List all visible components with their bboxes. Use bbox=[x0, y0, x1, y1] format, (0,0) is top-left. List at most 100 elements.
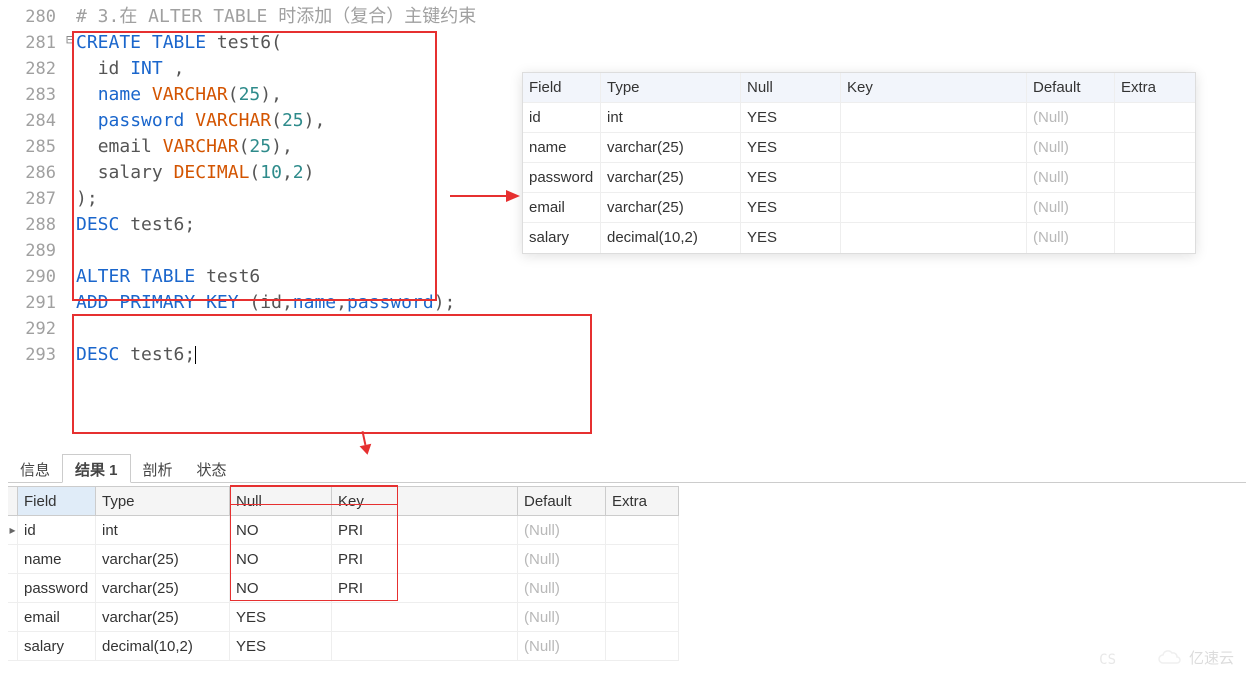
cell-extra[interactable] bbox=[1115, 223, 1195, 253]
column-header-key[interactable]: Key bbox=[332, 487, 518, 516]
table-row[interactable]: namevarchar(25)NOPRI(Null) bbox=[8, 545, 679, 574]
cell-type[interactable]: varchar(25) bbox=[601, 133, 741, 162]
line-number: 288 bbox=[0, 212, 66, 238]
cell-field[interactable]: id bbox=[18, 516, 96, 544]
cell-null[interactable]: YES bbox=[741, 103, 841, 132]
cell-key[interactable] bbox=[841, 133, 1027, 162]
column-header-type[interactable]: Type bbox=[96, 487, 230, 516]
cell-extra[interactable] bbox=[606, 603, 679, 631]
tab-info[interactable]: 信息 bbox=[8, 455, 62, 482]
cell-key[interactable] bbox=[332, 632, 518, 660]
cell-extra[interactable] bbox=[606, 574, 679, 602]
cell-field[interactable]: email bbox=[523, 193, 601, 222]
cell-type[interactable]: varchar(25) bbox=[96, 545, 230, 573]
code-line[interactable]: 293 DESC test6; bbox=[0, 342, 1246, 368]
cell-type[interactable]: varchar(25) bbox=[601, 163, 741, 192]
cell-field[interactable]: name bbox=[18, 545, 96, 573]
table-row[interactable]: passwordvarchar(25)NOPRI(Null) bbox=[8, 574, 679, 603]
column-header-type[interactable]: Type bbox=[601, 73, 741, 102]
code-line[interactable]: 292 bbox=[0, 316, 1246, 342]
cell-default[interactable]: (Null) bbox=[1027, 133, 1115, 162]
column-header-null[interactable]: Null bbox=[230, 487, 332, 516]
cell-field[interactable]: email bbox=[18, 603, 96, 631]
cell-type[interactable]: decimal(10,2) bbox=[96, 632, 230, 660]
table-row[interactable]: passwordvarchar(25)YES (Null) bbox=[523, 163, 1195, 193]
table-row[interactable]: salarydecimal(10,2)YES (Null) bbox=[8, 632, 679, 661]
cell-key[interactable]: PRI bbox=[332, 516, 518, 544]
line-number: 281 bbox=[0, 30, 66, 56]
table-row[interactable]: namevarchar(25)YES (Null) bbox=[523, 133, 1195, 163]
cell-default[interactable]: (Null) bbox=[518, 603, 606, 631]
cell-extra[interactable] bbox=[1115, 163, 1195, 192]
cell-field[interactable]: id bbox=[523, 103, 601, 132]
cell-extra[interactable] bbox=[606, 516, 679, 544]
cell-key[interactable]: PRI bbox=[332, 545, 518, 573]
table-row[interactable]: emailvarchar(25)YES (Null) bbox=[523, 193, 1195, 223]
code-text: DESC test6; bbox=[76, 342, 1246, 368]
table-row[interactable]: salarydecimal(10,2)YES (Null) bbox=[523, 223, 1195, 253]
column-header-extra[interactable]: Extra bbox=[1115, 73, 1195, 102]
cell-default[interactable]: (Null) bbox=[1027, 163, 1115, 192]
cloud-icon bbox=[1155, 649, 1183, 667]
column-header-field[interactable]: Field bbox=[18, 487, 96, 516]
code-text: ADD PRIMARY KEY (id,name,password); bbox=[76, 290, 1246, 316]
column-header-default[interactable]: Default bbox=[1027, 73, 1115, 102]
cell-field[interactable]: salary bbox=[523, 223, 601, 253]
cell-key[interactable]: PRI bbox=[332, 574, 518, 602]
cell-null[interactable]: YES bbox=[230, 603, 332, 631]
row-marker bbox=[8, 545, 18, 573]
cell-key[interactable] bbox=[841, 223, 1027, 253]
cell-extra[interactable] bbox=[606, 545, 679, 573]
column-header-null[interactable]: Null bbox=[741, 73, 841, 102]
cell-null[interactable]: YES bbox=[741, 133, 841, 162]
cell-null[interactable]: YES bbox=[741, 163, 841, 192]
table-row[interactable]: idintYES (Null) bbox=[523, 103, 1195, 133]
cell-default[interactable]: (Null) bbox=[1027, 103, 1115, 132]
cell-default[interactable]: (Null) bbox=[1027, 223, 1115, 253]
cell-type[interactable]: int bbox=[601, 103, 741, 132]
column-header-field[interactable]: Field bbox=[523, 73, 601, 102]
cell-extra[interactable] bbox=[1115, 193, 1195, 222]
cell-null[interactable]: NO bbox=[230, 516, 332, 544]
column-header-extra[interactable]: Extra bbox=[606, 487, 679, 516]
table-row[interactable]: emailvarchar(25)YES (Null) bbox=[8, 603, 679, 632]
cell-field[interactable]: password bbox=[523, 163, 601, 192]
tab-result1[interactable]: 结果 1 bbox=[62, 454, 131, 483]
cell-field[interactable]: password bbox=[18, 574, 96, 602]
cell-extra[interactable] bbox=[1115, 133, 1195, 162]
cell-key[interactable] bbox=[841, 193, 1027, 222]
cell-extra[interactable] bbox=[606, 632, 679, 660]
table-row[interactable]: ▸idintNOPRI(Null) bbox=[8, 516, 679, 545]
cell-type[interactable]: int bbox=[96, 516, 230, 544]
tab-status[interactable]: 状态 bbox=[185, 455, 239, 482]
cell-field[interactable]: name bbox=[523, 133, 601, 162]
cell-type[interactable]: varchar(25) bbox=[601, 193, 741, 222]
code-line[interactable]: 290 ALTER TABLE test6 bbox=[0, 264, 1246, 290]
cell-null[interactable]: YES bbox=[230, 632, 332, 660]
column-header-default[interactable]: Default bbox=[518, 487, 606, 516]
cell-default[interactable]: (Null) bbox=[1027, 193, 1115, 222]
code-line[interactable]: 280 # 3.在 ALTER TABLE 时添加（复合）主键约束 bbox=[0, 4, 1246, 30]
fold-icon[interactable]: ⊟ bbox=[66, 30, 76, 56]
result-tabs: 信息 结果 1 剖析 状态 bbox=[8, 455, 1246, 483]
cell-key[interactable] bbox=[841, 163, 1027, 192]
cell-default[interactable]: (Null) bbox=[518, 545, 606, 573]
cell-default[interactable]: (Null) bbox=[518, 574, 606, 602]
tab-profile[interactable]: 剖析 bbox=[131, 455, 185, 482]
cell-null[interactable]: NO bbox=[230, 545, 332, 573]
cell-key[interactable] bbox=[841, 103, 1027, 132]
cell-null[interactable]: YES bbox=[741, 223, 841, 253]
code-line[interactable]: 291 ADD PRIMARY KEY (id,name,password); bbox=[0, 290, 1246, 316]
code-line[interactable]: 281⊟ CREATE TABLE test6( bbox=[0, 30, 1246, 56]
cell-field[interactable]: salary bbox=[18, 632, 96, 660]
cell-default[interactable]: (Null) bbox=[518, 632, 606, 660]
cell-key[interactable] bbox=[332, 603, 518, 631]
cell-type[interactable]: decimal(10,2) bbox=[601, 223, 741, 253]
column-header-key[interactable]: Key bbox=[841, 73, 1027, 102]
cell-default[interactable]: (Null) bbox=[518, 516, 606, 544]
cell-type[interactable]: varchar(25) bbox=[96, 574, 230, 602]
cell-type[interactable]: varchar(25) bbox=[96, 603, 230, 631]
cell-extra[interactable] bbox=[1115, 103, 1195, 132]
cell-null[interactable]: NO bbox=[230, 574, 332, 602]
cell-null[interactable]: YES bbox=[741, 193, 841, 222]
